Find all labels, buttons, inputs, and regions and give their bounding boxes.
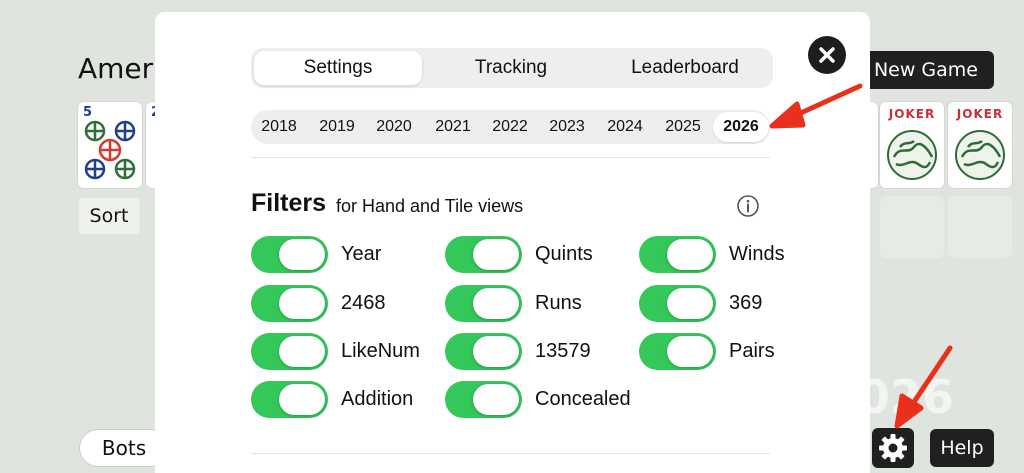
arrow-to-year-2026-head xyxy=(769,101,806,129)
annotation-arrows xyxy=(769,83,953,429)
arrow-to-gear xyxy=(907,345,953,411)
arrow-to-year-2026 xyxy=(789,83,863,120)
